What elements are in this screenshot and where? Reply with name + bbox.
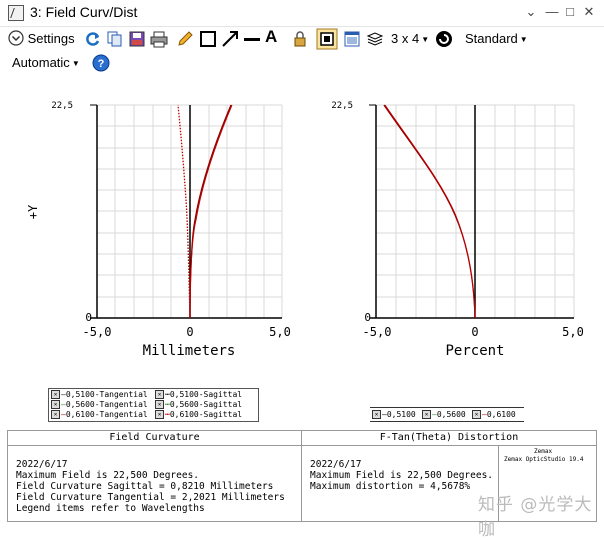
- fc-line: Field Curvature Tangential = 2,2021 Mill…: [16, 492, 285, 503]
- watermark: 知乎 @光学大咖: [478, 495, 593, 540]
- xtick-label: -5,0: [83, 325, 112, 339]
- checkbox-icon[interactable]: ✕: [155, 410, 164, 419]
- legend-label: 0,6100-Tangential: [65, 410, 148, 419]
- field-curvature-heading: Field Curvature: [8, 431, 302, 446]
- divider: [301, 445, 302, 521]
- legend-label: 0,6100-Sagittal: [169, 410, 243, 419]
- dist-line: Maximum Field is 22,500 Degrees.: [310, 470, 494, 481]
- y-axis-label: +Y: [26, 204, 40, 219]
- ytick-top: 22,5: [331, 101, 353, 111]
- xtick-label: 0: [186, 325, 193, 339]
- legend-item: ✕ —0,6100: [472, 410, 516, 419]
- legend-item: ✕ —0,5100-Tangential: [51, 390, 148, 399]
- legend-label: 0,5100-Tangential: [65, 390, 148, 399]
- xtick-label: 5,0: [562, 325, 584, 339]
- distortion-heading: F-Tan(Theta) Distortion: [302, 431, 596, 446]
- dist-date: 2022/6/17: [310, 459, 362, 470]
- ytick-top: 22,5: [51, 101, 73, 111]
- legend-label: 0,5600: [436, 410, 466, 419]
- xtick-label: 0: [471, 325, 478, 339]
- x-axis-label: Millimeters: [143, 343, 236, 359]
- legend-label: 0,5600-Sagittal: [169, 400, 243, 409]
- legend-item: ✕ ┅0,5100-Sagittal: [155, 390, 242, 399]
- fc-line: Legend items refer to Wavelengths: [16, 503, 205, 514]
- ytick-bottom: 0: [85, 311, 92, 324]
- fc-line: Field Curvature Sagittal = 0,8210 Millim…: [16, 481, 274, 492]
- legend-item: ✕ —0,5100: [372, 410, 416, 419]
- checkbox-icon[interactable]: ✕: [372, 410, 381, 419]
- legend-item: ✕ —0,5600-Tangential: [51, 400, 148, 409]
- field-curvature-legend: ✕ —0,5100-Tangential ✕ ┅0,5100-Sagittal ✕ —…: [48, 388, 259, 422]
- checkbox-icon[interactable]: ✕: [472, 410, 481, 419]
- dist-line: Maximum distortion = 4,5678%: [310, 481, 471, 492]
- legend-label: 0,5600-Tangential: [65, 400, 148, 409]
- brand-version: Zemax OpticStudio 19.4: [504, 456, 584, 463]
- legend-item: ✕ ┅0,5600-Sagittal: [155, 400, 242, 409]
- xtick-label: -5,0: [363, 325, 392, 339]
- legend-label: 0,5100: [386, 410, 416, 419]
- brand-name: Zemax: [534, 448, 553, 455]
- fc-date: 2022/6/17: [16, 459, 68, 470]
- xtick-label: 5,0: [269, 325, 291, 339]
- legend-item: ✕ ┅0,6100-Sagittal: [155, 410, 242, 419]
- x-axis-label: Percent: [445, 343, 504, 359]
- checkbox-icon[interactable]: ✕: [51, 390, 60, 399]
- legend-label: 0,6100: [486, 410, 516, 419]
- fc-line: Maximum Field is 22,500 Degrees.: [16, 470, 200, 481]
- checkbox-icon[interactable]: ✕: [155, 390, 164, 399]
- legend-item: ✕ —0,5600: [422, 410, 466, 419]
- checkbox-icon[interactable]: ✕: [422, 410, 431, 419]
- legend-label: 0,5100-Sagittal: [169, 390, 243, 399]
- legend-item: ✕ —0,6100-Tangential: [51, 410, 148, 419]
- checkbox-icon[interactable]: ✕: [51, 410, 60, 419]
- ytick-bottom: 0: [364, 311, 371, 324]
- distortion-legend: ✕ —0,5100 ✕ —0,5600 ✕ —0,6100: [370, 407, 524, 422]
- checkbox-icon[interactable]: ✕: [155, 400, 164, 409]
- checkbox-icon[interactable]: ✕: [51, 400, 60, 409]
- distortion-plot: 22,5 0 -5,0 0 5,0 Percent: [331, 101, 584, 359]
- field-curvature-plot: 22,5 0 +Y -5,0 0 5,0 Millimeters: [26, 101, 291, 359]
